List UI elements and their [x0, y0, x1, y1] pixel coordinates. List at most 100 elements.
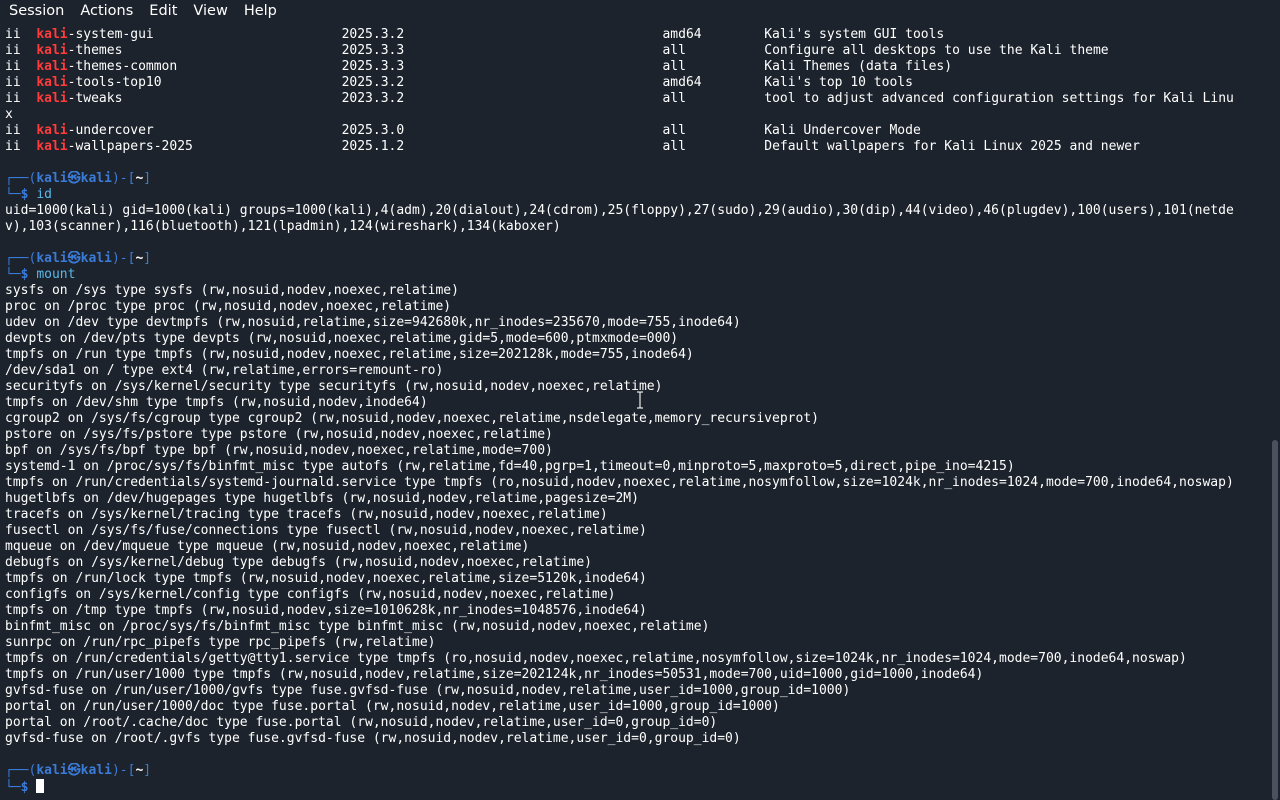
column-gap	[154, 123, 342, 138]
package-name-rest: -tools-top10	[67, 75, 162, 90]
mount-output-line: mqueue on /dev/mqueue type mqueue (rw,no…	[5, 539, 530, 554]
package-version: 2025.3.3	[341, 43, 405, 58]
mount-output-line: tmpfs on /run/lock type tmpfs (rw,nosuid…	[5, 571, 647, 586]
mount-output-line: proc on /proc type proc (rw,nosuid,nodev…	[5, 299, 452, 314]
package-name-rest: -system-gui	[67, 27, 154, 42]
column-gap	[122, 91, 341, 106]
package-name-highlight: kali	[36, 27, 68, 42]
package-status: ii	[5, 75, 21, 90]
prompt-user: kali	[36, 763, 68, 778]
package-name-highlight: kali	[36, 123, 68, 138]
package-description: Configure all desktops to use the Kali t…	[764, 43, 1109, 58]
mount-output-line: cgroup2 on /sys/fs/cgroup type cgroup2 (…	[5, 411, 819, 426]
mount-output-line: tmpfs on /run/credentials/getty@tty1.ser…	[5, 651, 1187, 666]
prompt-host: kali	[80, 251, 112, 266]
mount-output-line: tmpfs on /run/user/1000 type tmpfs (rw,n…	[5, 667, 984, 682]
ibeam-cursor-icon	[637, 391, 643, 409]
mount-output-line: gvfsd-fuse on /run/user/1000/gvfs type f…	[5, 683, 851, 698]
prompt-host: kali	[80, 171, 112, 186]
prompt-line-top: ┌──(kali㉿kali)-[~]	[5, 171, 1267, 187]
package-row: ii kali-tools-top10 2025.3.2 amd64 Kali'…	[5, 75, 1267, 91]
column-gap	[21, 123, 37, 138]
package-arch: all	[662, 123, 686, 138]
column-gap	[21, 75, 37, 90]
package-row: ii kali-undercover 2025.3.0 all Kali Und…	[5, 123, 1267, 139]
prompt-frame: └─	[5, 267, 21, 282]
package-name-highlight: kali	[36, 43, 68, 58]
package-arch: amd64	[662, 75, 702, 90]
package-version: 2025.3.3	[341, 59, 405, 74]
mount-output-line: tmpfs on /tmp type tmpfs (rw,nosuid,node…	[5, 603, 647, 618]
prompt-frame: └─	[5, 780, 21, 795]
package-row: ii kali-themes-common 2025.3.3 all Kali …	[5, 59, 1267, 75]
prompt-dollar: $	[20, 187, 37, 202]
package-description: Kali's top 10 tools	[764, 75, 913, 90]
package-version: 2025.1.2	[341, 139, 405, 154]
column-gap	[21, 91, 37, 106]
package-description: tool to adjust advanced configuration se…	[764, 91, 1234, 106]
column-gap	[702, 75, 765, 90]
package-version: 2025.3.0	[341, 123, 405, 138]
prompt-frame: )-[	[111, 251, 136, 266]
package-row: ii kali-system-gui 2025.3.2 amd64 Kali's…	[5, 27, 1267, 43]
prompt-line-top: ┌──(kali㉿kali)-[~]	[5, 251, 1267, 267]
package-name-highlight: kali	[36, 75, 68, 90]
column-gap	[21, 59, 37, 74]
column-gap	[686, 43, 764, 58]
menu-session[interactable]: Session	[0, 0, 72, 22]
mount-output-line: /dev/sda1 on / type ext4 (rw,relatime,er…	[5, 363, 444, 378]
column-gap	[21, 27, 37, 42]
package-status: ii	[5, 27, 21, 42]
prompt-frame: )-[	[111, 171, 136, 186]
mount-output-line: tmpfs on /run type tmpfs (rw,nosuid,node…	[5, 347, 694, 362]
column-gap	[686, 139, 764, 154]
mount-output-line: sysfs on /sys type sysfs (rw,nosuid,node…	[5, 283, 459, 298]
vertical-scrollbar[interactable]	[1270, 22, 1280, 800]
mount-output-line: tracefs on /sys/kernel/tracing type trac…	[5, 507, 608, 522]
mount-output-line: bpf on /sys/fs/bpf type bpf (rw,nosuid,n…	[5, 443, 553, 458]
package-row: ii kali-themes 2025.3.3 all Configure al…	[5, 43, 1267, 59]
command-text: id	[36, 187, 52, 202]
scrollbar-thumb[interactable]	[1272, 440, 1278, 800]
mount-output-line: hugetlbfs on /dev/hugepages type hugetlb…	[5, 491, 639, 506]
column-gap	[404, 27, 662, 42]
prompt-frame: ┌──(	[5, 763, 37, 778]
menu-help[interactable]: Help	[236, 0, 285, 22]
package-name-rest: -themes-common	[67, 59, 178, 74]
prompt-frame: ┌──(	[5, 251, 37, 266]
package-version: 2025.3.2	[341, 27, 405, 42]
terminal-output[interactable]: ii kali-system-gui 2025.3.2 amd64 Kali's…	[5, 27, 1267, 800]
column-gap	[686, 91, 764, 106]
prompt-line-bottom: └─$ id	[5, 187, 1267, 203]
prompt-line-bottom: └─$ mount	[5, 267, 1267, 283]
prompt-frame: )-[	[111, 763, 136, 778]
prompt-line-bottom: └─$	[5, 779, 1267, 795]
prompt-at-symbol: ㉿	[67, 251, 81, 266]
prompt-frame: ]	[143, 763, 152, 778]
mount-output-line: devpts on /dev/pts type devpts (rw,nosui…	[5, 331, 679, 346]
column-gap	[686, 123, 764, 138]
id-output-line: v),103(scanner),116(bluetooth),121(lpadm…	[5, 219, 561, 234]
package-status: ii	[5, 123, 21, 138]
package-version: 2023.3.2	[341, 91, 405, 106]
column-gap	[193, 139, 342, 154]
menu-edit[interactable]: Edit	[141, 0, 185, 22]
menu-view[interactable]: View	[185, 0, 235, 22]
column-gap	[404, 59, 662, 74]
id-output-line: uid=1000(kali) gid=1000(kali) groups=100…	[5, 203, 1234, 218]
column-gap	[122, 43, 341, 58]
package-row-wrap: x	[5, 107, 1267, 123]
package-name-rest: -wallpapers-2025	[67, 139, 193, 154]
column-gap	[404, 91, 662, 106]
package-arch: all	[662, 59, 686, 74]
menu-actions[interactable]: Actions	[72, 0, 141, 22]
mount-output-line: portal on /root/.cache/doc type fuse.por…	[5, 715, 718, 730]
column-gap	[154, 27, 342, 42]
mount-output-line: portal on /run/user/1000/doc type fuse.p…	[5, 699, 780, 714]
prompt-line-top: ┌──(kali㉿kali)-[~]	[5, 763, 1267, 779]
package-arch: all	[662, 139, 686, 154]
prompt-frame: └─	[5, 187, 21, 202]
package-status: ii	[5, 59, 21, 74]
